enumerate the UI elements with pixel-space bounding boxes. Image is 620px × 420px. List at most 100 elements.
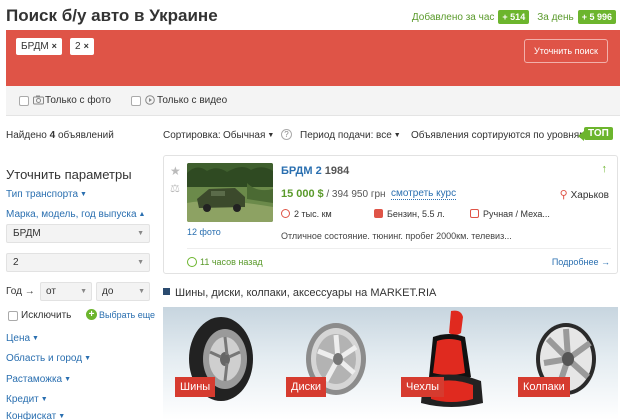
gearbox-icon bbox=[470, 209, 479, 218]
chevron-down-icon: ▼ bbox=[64, 376, 72, 383]
added-day-label: За день bbox=[537, 11, 574, 23]
page-header: Поиск б/у авто в Украине Добавлено за ча… bbox=[0, 0, 620, 30]
sidebar-item-label: Кредит bbox=[6, 394, 39, 405]
sort-label: Сортировка: bbox=[163, 130, 221, 141]
exchange-rate-link[interactable]: смотреть курс bbox=[391, 188, 457, 200]
chevron-down-icon: ▼ bbox=[84, 355, 92, 362]
chevron-down-icon: ▼ bbox=[138, 288, 145, 295]
sidebar-item-customs[interactable]: Растаможка ▼ bbox=[6, 374, 71, 385]
ads-title-text: Шины, диски, колпаки, аксессуары на MARK… bbox=[175, 287, 437, 299]
results-count: Найдено 4 объявлений bbox=[6, 130, 114, 141]
ad-hubcaps[interactable]: Колпаки bbox=[502, 307, 615, 420]
seat-cover-icon bbox=[421, 310, 483, 407]
clock-icon bbox=[187, 257, 197, 267]
added-day-badge: + 5 996 bbox=[577, 10, 616, 24]
sidebar-item-label: Область и город bbox=[6, 353, 83, 364]
added-hour-badge: + 514 bbox=[498, 10, 530, 24]
gearbox-value: Ручная / Меха... bbox=[483, 209, 550, 219]
location-pin-icon: ⚲ bbox=[559, 189, 568, 201]
model-value: 2 bbox=[13, 257, 19, 268]
ad-tires[interactable]: Шины bbox=[163, 307, 276, 420]
plus-icon[interactable]: + bbox=[86, 309, 97, 320]
listing-title[interactable]: БРДМ 2 1984 bbox=[281, 165, 349, 177]
price-usd-unit: $ bbox=[317, 188, 324, 200]
chevron-up-icon: ▲ bbox=[138, 211, 146, 218]
price-uah: / 394 950 грн bbox=[326, 189, 386, 200]
period-label: Период подачи: bbox=[300, 130, 374, 141]
listing-card[interactable]: ★ ⚖ 12 фото БРДМ 2 1984 ↑ 15 000 $ / 394… bbox=[163, 155, 618, 274]
fuel-value: Бензин, 5.5 л. bbox=[387, 209, 445, 219]
sort-dropdown[interactable]: Обычная ▼ bbox=[223, 130, 274, 141]
make-model-toggle[interactable]: Марка, модель, год выпуска ▲ bbox=[6, 209, 145, 220]
media-filters: Только с фото Только с видео bbox=[6, 86, 620, 116]
sidebar-item-price[interactable]: Цена ▼ bbox=[6, 333, 39, 344]
refine-search-button[interactable]: Уточнить поиск bbox=[524, 39, 608, 63]
make-select[interactable]: БРДМ ▼ bbox=[6, 224, 150, 243]
ad-label[interactable]: Колпаки bbox=[518, 377, 570, 397]
ad-label[interactable]: Диски bbox=[286, 377, 327, 397]
exclude-checkbox[interactable] bbox=[8, 311, 18, 321]
found-count: 4 bbox=[49, 130, 56, 141]
stats-bar: Добавлено за час + 514 За день + 5 996 bbox=[412, 10, 616, 24]
exclude-label[interactable]: Исключить bbox=[21, 310, 71, 321]
make-model-label: Марка, модель, год выпуска bbox=[6, 209, 137, 220]
year-to-select[interactable]: до ▼ bbox=[96, 282, 150, 301]
listing-description: Отличное состояние. тюнинг. пробег 2000к… bbox=[281, 231, 512, 241]
ad-label[interactable]: Шины bbox=[175, 377, 216, 397]
price-usd: 15 000 bbox=[281, 188, 315, 200]
divider bbox=[187, 248, 611, 249]
sidebar-item-credit[interactable]: Кредит ▼ bbox=[6, 394, 48, 405]
search-chip-model[interactable]: 2 × bbox=[70, 38, 94, 55]
arrow-up-icon[interactable]: ↑ bbox=[602, 163, 608, 175]
listing-photo[interactable] bbox=[187, 163, 273, 222]
close-icon[interactable]: × bbox=[52, 41, 57, 51]
listing-year: 1984 bbox=[324, 165, 350, 177]
only-photo-checkbox[interactable] bbox=[19, 96, 29, 106]
chevron-down-icon: ▼ bbox=[137, 230, 144, 237]
mileage-spec: 2 тыс. км bbox=[281, 209, 332, 219]
hubcap-icon bbox=[536, 323, 596, 395]
ad-seat-covers[interactable]: Чехлы bbox=[389, 307, 502, 420]
model-select[interactable]: 2 ▼ bbox=[6, 253, 150, 272]
search-chip-make[interactable]: БРДМ × bbox=[16, 38, 62, 55]
only-photo-label[interactable]: Только с фото bbox=[45, 95, 111, 106]
only-video-checkbox[interactable] bbox=[131, 96, 141, 106]
fuel-icon bbox=[374, 209, 383, 218]
listing-city: ⚲ Харьков bbox=[560, 188, 609, 201]
star-icon[interactable]: ★ bbox=[170, 164, 181, 178]
year-from-select[interactable]: от ▼ bbox=[40, 282, 92, 301]
found-suffix: объявлений bbox=[57, 130, 114, 141]
city-name: Харьков bbox=[570, 190, 609, 201]
year-from-value: от bbox=[46, 286, 56, 297]
listing-price: 15 000 $ / 394 950 грн bbox=[281, 188, 386, 200]
speedometer-icon bbox=[281, 209, 290, 218]
sidebar-item-confiscated[interactable]: Конфискат ▼ bbox=[6, 411, 65, 420]
square-icon bbox=[163, 288, 170, 295]
transport-type-label: Тип транспорта bbox=[6, 189, 79, 200]
sort-value: Обычная bbox=[223, 130, 266, 141]
top-badge[interactable]: ТОП bbox=[584, 127, 613, 140]
sidebar-item-label: Конфискат bbox=[6, 411, 57, 420]
choose-more-link[interactable]: Выбрать еще bbox=[99, 310, 155, 320]
sidebar-item-region[interactable]: Область и город ▼ bbox=[6, 353, 91, 364]
ad-rims[interactable]: Диски bbox=[276, 307, 389, 420]
ads-title[interactable]: Шины, диски, колпаки, аксессуары на MARK… bbox=[163, 287, 436, 299]
photo-count[interactable]: 12 фото bbox=[187, 227, 221, 237]
only-video-label[interactable]: Только с видео bbox=[157, 95, 227, 106]
close-icon[interactable]: × bbox=[84, 41, 89, 51]
transport-type-toggle[interactable]: Тип транспорта ▼ bbox=[6, 189, 87, 200]
help-icon[interactable]: ? bbox=[281, 129, 292, 140]
compare-icon[interactable]: ⚖ bbox=[170, 182, 180, 195]
period-dropdown[interactable]: все ▼ bbox=[376, 130, 401, 141]
ad-label[interactable]: Чехлы bbox=[401, 377, 445, 397]
top-note: Объявления сортируются по уровням bbox=[411, 130, 587, 141]
page-title: Поиск б/у авто в Украине bbox=[6, 6, 218, 25]
details-link[interactable]: Подробнее → bbox=[552, 257, 610, 267]
chevron-down-icon: ▼ bbox=[80, 191, 87, 198]
chevron-down-icon: ▼ bbox=[58, 413, 66, 420]
chevron-down-icon: ▼ bbox=[267, 132, 275, 139]
year-to-value: до bbox=[102, 286, 114, 297]
chevron-down-icon: ▼ bbox=[80, 288, 87, 295]
camera-icon bbox=[33, 95, 44, 105]
chip-label: БРДМ bbox=[21, 41, 49, 52]
